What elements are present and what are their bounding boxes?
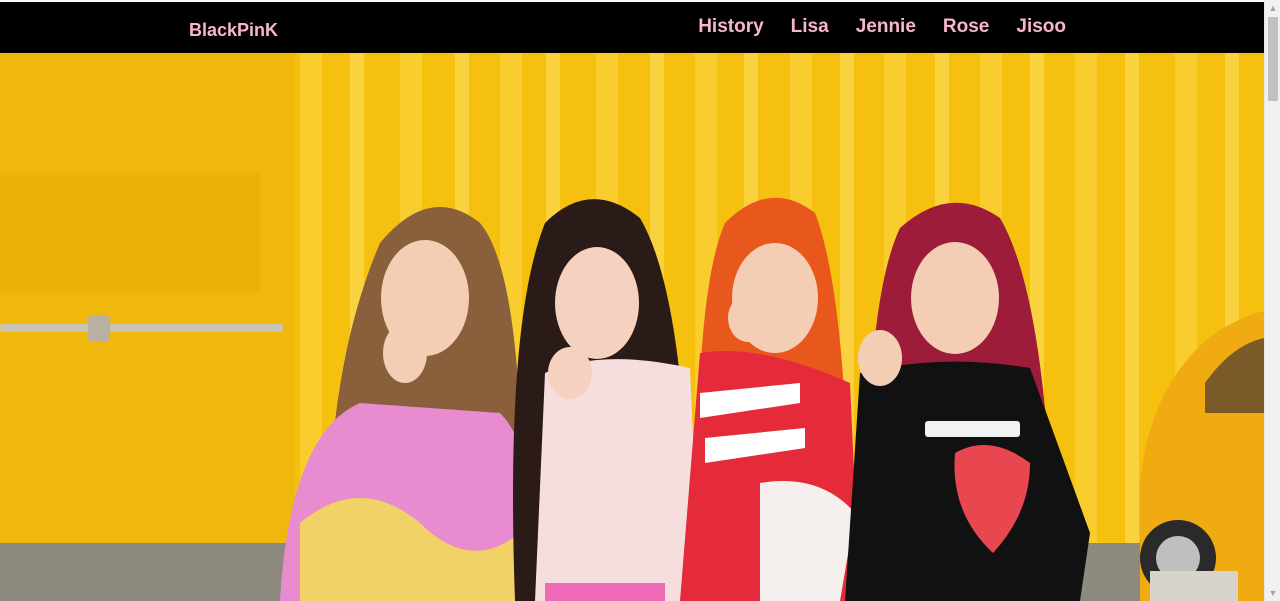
nav-link-rose[interactable]: Rose [943, 16, 989, 38]
nav-link-lisa[interactable]: Lisa [791, 16, 829, 38]
vertical-scrollbar[interactable]: ▲ ▼ [1264, 0, 1280, 601]
nav-links: History Lisa Jennie Rose Jisoo [698, 16, 1066, 38]
chevron-down-icon[interactable]: ▼ [1265, 585, 1280, 601]
nav-link-history[interactable]: History [698, 16, 763, 38]
scrollbar-thumb[interactable] [1268, 17, 1278, 101]
brand-logo-link[interactable]: BlackPinK [189, 20, 278, 41]
hero-image [0, 53, 1264, 601]
hero-wall-shadow [0, 173, 260, 293]
hero-group-photo [0, 53, 1264, 601]
chevron-up-icon[interactable]: ▲ [1265, 0, 1280, 16]
door-handle-bracket [88, 315, 110, 341]
door-handle-bar [0, 324, 283, 332]
watermark-badge [1150, 571, 1238, 601]
nav-link-jisoo[interactable]: Jisoo [1016, 16, 1066, 38]
hero-wall-door [0, 53, 295, 543]
nav-link-jennie[interactable]: Jennie [856, 16, 916, 38]
top-navbar: BlackPinK History Lisa Jennie Rose Jisoo [0, 2, 1264, 53]
page-viewport: BlackPinK History Lisa Jennie Rose Jisoo [0, 0, 1264, 601]
